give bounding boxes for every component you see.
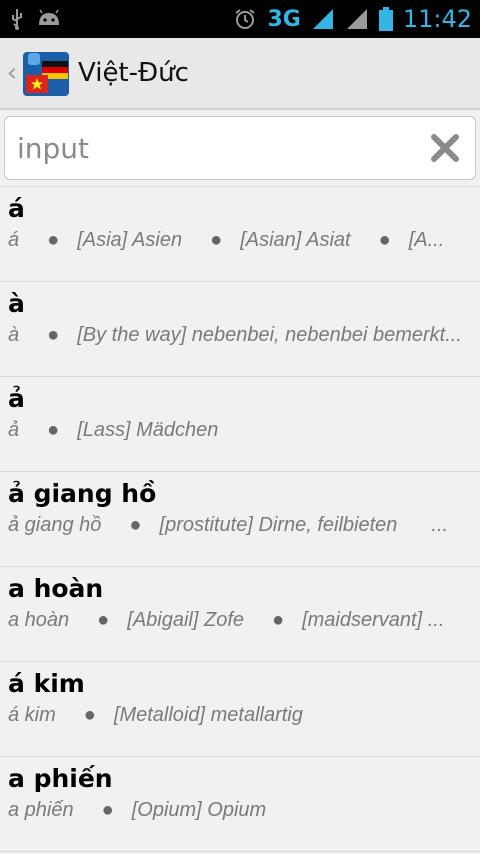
clock: 11:42	[402, 5, 472, 33]
list-item[interactable]: a phiến a phiến ● [Opium] Opium	[0, 757, 480, 852]
usb-icon	[8, 7, 26, 31]
entry-summary: a phiến ● [Opium] Opium	[8, 795, 472, 825]
network-type: 3G	[267, 6, 301, 32]
entry-list: á á ● [Asia] Asien ● [Asian] Asiat ● [A... à à…	[0, 186, 480, 852]
entry-summary: á ● [Asia] Asien ● [Asian] Asiat ● [A...	[8, 225, 472, 255]
entry-summary: ả giang hồ ● [prostitute] Dirne, feilbiete…	[8, 510, 472, 540]
entry-definition: [Abigail] Zofe	[127, 609, 244, 631]
signal-secondary-icon	[345, 7, 369, 31]
bullet: ●	[47, 229, 60, 251]
entry-word: á kim	[8, 704, 56, 726]
bullet: ●	[129, 514, 142, 536]
app-title: Việt-Đức	[78, 58, 189, 88]
bullet: ●	[210, 229, 223, 251]
entry-more: ...	[431, 514, 449, 536]
entry-summary: à ● [By the way] nebenbei, nebenbei bemerk…	[8, 320, 472, 350]
app-logo-icon[interactable]	[22, 49, 70, 97]
alarm-icon	[233, 7, 257, 31]
android-debug-icon	[36, 9, 62, 29]
entry-headword: a hoàn	[8, 574, 104, 603]
list-item[interactable]: a hoàn a hoàn ● [Abigail] Zofe ● [maidservan…	[0, 567, 480, 662]
entry-definition: [Asia] Asien	[77, 229, 183, 251]
status-bar: 3G 11:42	[0, 0, 480, 38]
list-item[interactable]: á kim á kim ● [Metalloid] metallartig	[0, 662, 480, 757]
entry-headword: à	[8, 289, 25, 318]
entry-word: ả	[8, 419, 20, 441]
entry-word: á	[8, 229, 20, 251]
status-left	[8, 7, 62, 31]
entry-word: a phiến	[8, 799, 74, 821]
bullet: ●	[47, 419, 60, 441]
list-item[interactable]: á á ● [Asia] Asien ● [Asian] Asiat ● [A...	[0, 187, 480, 282]
entry-headword: á kim	[8, 669, 85, 698]
entry-definition: [maidservant] ...	[302, 609, 445, 631]
clear-icon[interactable]	[425, 128, 465, 168]
entry-definition: [Opium] Opium	[131, 799, 267, 821]
list-item[interactable]: ả ả ● [Lass] Mädchen	[0, 377, 480, 472]
bullet: ●	[272, 609, 285, 631]
bullet: ●	[83, 704, 96, 726]
bullet: ●	[47, 324, 60, 346]
bullet: ●	[378, 229, 391, 251]
entry-summary: a hoàn ● [Abigail] Zofe ● [maidservant] ...	[8, 605, 472, 635]
entry-headword: ả	[8, 384, 25, 413]
bullet: ●	[101, 799, 114, 821]
entry-definition: [Metalloid] metallartig	[113, 704, 303, 726]
battery-icon	[378, 7, 393, 31]
entry-definition: [Lass] Mädchen	[77, 419, 219, 441]
entry-summary: á kim ● [Metalloid] metallartig	[8, 700, 472, 730]
entry-summary: ả ● [Lass] Mädchen	[8, 415, 472, 445]
entry-word: a hoàn	[8, 609, 70, 631]
app-bar[interactable]: ‹ Việt-Đức	[0, 38, 480, 110]
entry-definition: [By the way] nebenbei, nebenbei bemerkt.…	[77, 324, 462, 346]
entry-headword: ả giang hồ	[8, 479, 157, 508]
entry-definition: [Asian] Asiat	[240, 229, 351, 251]
search-bar	[0, 110, 480, 186]
entry-word: ả giang hồ	[8, 514, 102, 536]
entry-headword: á	[8, 194, 25, 223]
entry-definition: [prostitute] Dirne, feilbieten	[159, 514, 398, 536]
signal-icon	[311, 7, 335, 31]
list-item[interactable]: ả giang hồ ả giang hồ ● [prostitute] Dirne…	[0, 472, 480, 567]
bullet: ●	[97, 609, 110, 631]
entry-definition: [A...	[408, 229, 445, 251]
search-box[interactable]	[4, 116, 476, 180]
entry-word: à	[8, 324, 20, 346]
status-right: 3G 11:42	[233, 5, 472, 33]
list-item[interactable]: à à ● [By the way] nebenbei, nebenbei beme…	[0, 282, 480, 377]
back-chevron-icon[interactable]: ‹	[4, 58, 20, 88]
entry-headword: a phiến	[8, 764, 113, 793]
search-input[interactable]	[15, 130, 425, 166]
